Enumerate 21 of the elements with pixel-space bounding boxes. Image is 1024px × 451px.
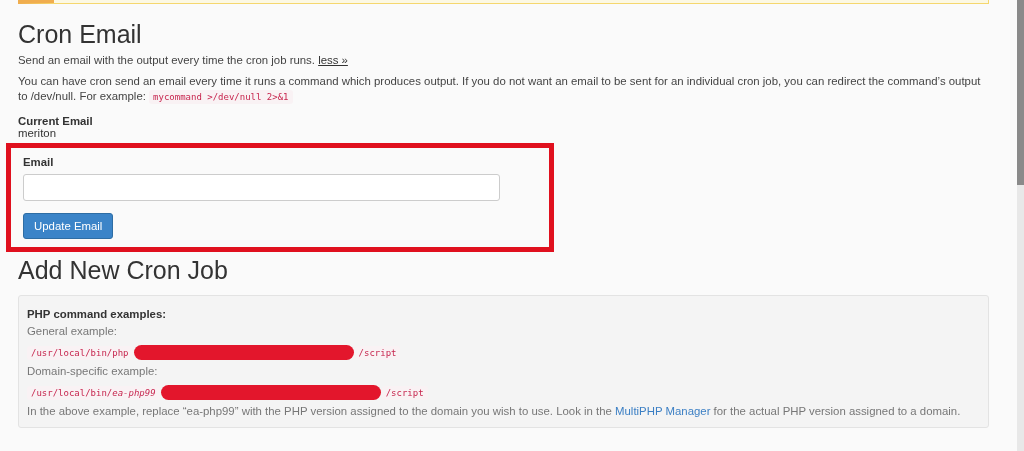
note-text: In the above example, replace “ea-php99” with the PHP version assigned to the domain you wish to use. Look in the MultiPHP Manager for the actual PHP version assigned to a domain. bbox=[27, 404, 962, 419]
description-text: You can have cron send an email every time it runs a command which produces output. If you do not want an email to be sent for an individual cron job, you can redirect the command’s output to /dev/null. For example: mycommand >/dev/null 2>&1 bbox=[18, 74, 982, 105]
multiphp-manager-link[interactable]: MultiPHP Manager bbox=[615, 405, 711, 417]
command-path: /script bbox=[354, 345, 401, 360]
code-snippet: mycommand >/dev/null 2>&1 bbox=[149, 90, 293, 104]
example-label: General example: bbox=[27, 325, 118, 337]
section-title: Cron Email bbox=[18, 20, 143, 49]
email-label: Email bbox=[23, 156, 55, 168]
update-email-button[interactable]: Update Email bbox=[23, 213, 114, 239]
examples-heading: PHP command examples: bbox=[27, 308, 168, 320]
command-path: /usr/local/bin/php bbox=[27, 345, 133, 360]
less-link[interactable]: less » bbox=[318, 54, 348, 66]
current-email-label: Current Email bbox=[18, 115, 94, 127]
email-input-field[interactable] bbox=[23, 174, 500, 201]
example-label: Domain-specific example: bbox=[27, 365, 159, 377]
summary-text: Send an email with the output every time the cron job runs. less » bbox=[18, 53, 349, 68]
scrollbar[interactable] bbox=[1017, 0, 1024, 451]
command-path: /script bbox=[381, 385, 428, 400]
command-path: /usr/local/bin/ea-php99 bbox=[27, 385, 160, 400]
section-title: Add New Cron Job bbox=[18, 256, 229, 285]
current-email-value: meriton bbox=[18, 127, 57, 139]
